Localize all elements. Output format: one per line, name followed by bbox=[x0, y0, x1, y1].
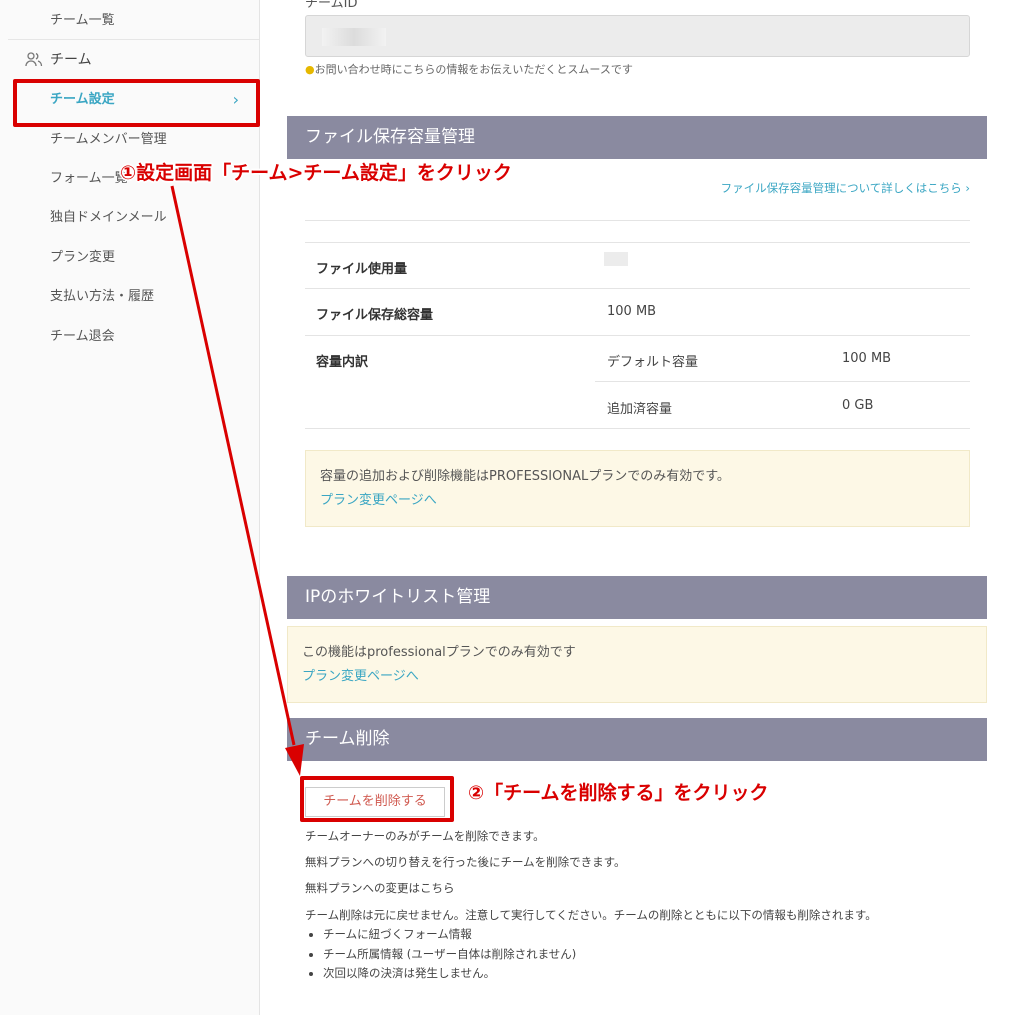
breakdown-label: 容量内訳 bbox=[316, 355, 369, 370]
annotation-step1: ①設定画面「チーム>チーム設定」をクリック bbox=[120, 162, 512, 184]
annotation-highlight-team-settings bbox=[13, 79, 260, 127]
annotation-step2: ②「チームを削除する」をクリック bbox=[468, 782, 769, 804]
main-content: チームID ●お問い合わせ時にこちらの情報をお伝えいただくとスムースです ファイ… bbox=[260, 0, 1024, 1015]
divider bbox=[305, 288, 970, 289]
default-capacity-value: 100 MB bbox=[842, 351, 892, 366]
hint-text: お問い合わせ時にこちらの情報をお伝えいただくとスムースです bbox=[314, 63, 633, 76]
divider bbox=[305, 242, 970, 243]
divider bbox=[305, 335, 970, 336]
storage-details-link-text: ファイル保存容量管理について詳しくはこちら bbox=[720, 181, 962, 195]
ip-plan-notice: この機能はprofessionalプランでのみ有効です プラン変更ページへ bbox=[287, 626, 987, 703]
sidebar-group-team: チーム bbox=[8, 41, 259, 79]
default-capacity-label: デフォルト容量 bbox=[607, 355, 699, 370]
list-item: チーム所属情報 (ユーザー自体は削除されません) bbox=[323, 945, 576, 965]
lightbulb-icon: ● bbox=[305, 63, 315, 76]
free-plan-link[interactable]: 無料プランへの変更はこちら bbox=[305, 880, 455, 896]
divider bbox=[595, 381, 970, 382]
divider bbox=[305, 220, 970, 221]
section-header-team-delete: チーム削除 bbox=[287, 718, 987, 761]
free-plan-note: 無料プランへの切り替えを行った後にチームを削除できます。 bbox=[305, 855, 626, 869]
sidebar: チーム一覧 チーム チーム設定 › チームメンバー管理 フォーム一覧 独自ドメイ… bbox=[0, 0, 260, 1015]
total-capacity-value: 100 MB bbox=[607, 304, 657, 319]
total-capacity-label: ファイル保存総容量 bbox=[316, 308, 434, 323]
owner-note: チームオーナーのみがチームを削除できます。 bbox=[305, 829, 545, 843]
storage-plan-notice: 容量の追加および削除機能はPROFESSIONALプランでのみ有効です。 プラン… bbox=[305, 450, 970, 527]
plan-change-link[interactable]: プラン変更ページへ bbox=[302, 665, 972, 689]
delete-warning: チーム削除は元に戻せません。注意して実行してください。チームの削除とともに以下の… bbox=[305, 908, 877, 922]
added-capacity-label: 追加済容量 bbox=[607, 402, 673, 417]
deleted-info-list: チームに紐づくフォーム情報 チーム所属情報 (ユーザー自体は削除されません) 次… bbox=[307, 925, 576, 984]
sidebar-item-team-list[interactable]: チーム一覧 bbox=[8, 2, 259, 40]
annotation-highlight-delete-button bbox=[300, 776, 454, 822]
divider bbox=[305, 428, 970, 429]
team-id-field[interactable] bbox=[305, 15, 970, 57]
section-header-storage: ファイル保存容量管理 bbox=[287, 116, 987, 159]
sidebar-item-custom-domain-mail[interactable]: 独自ドメインメール bbox=[8, 199, 259, 237]
sidebar-item-plan-change[interactable]: プラン変更 bbox=[8, 239, 259, 277]
people-icon bbox=[25, 52, 43, 67]
notice-text: 容量の追加および削除機能はPROFESSIONALプランでのみ有効です。 bbox=[320, 469, 730, 484]
team-id-value-redacted bbox=[322, 28, 386, 46]
sidebar-group-label: チーム bbox=[50, 52, 92, 68]
plan-change-link[interactable]: プラン変更ページへ bbox=[320, 489, 955, 513]
list-item: チームに紐づくフォーム情報 bbox=[323, 925, 576, 945]
sidebar-item-payment[interactable]: 支払い方法・履歴 bbox=[8, 278, 259, 316]
chevron-right-icon: › bbox=[961, 181, 970, 195]
usage-label: ファイル使用量 bbox=[316, 262, 408, 277]
team-id-hint: ●お問い合わせ時にこちらの情報をお伝えいただくとスムースです bbox=[305, 61, 633, 77]
sidebar-item-leave-team[interactable]: チーム退会 bbox=[8, 318, 259, 356]
list-item: 次回以降の決済は発生しません。 bbox=[323, 964, 576, 984]
added-capacity-value: 0 GB bbox=[842, 398, 874, 413]
team-id-label: チームID bbox=[305, 0, 358, 11]
section-header-ip-whitelist: IPのホワイトリスト管理 bbox=[287, 576, 987, 619]
usage-value-redacted bbox=[604, 252, 628, 266]
storage-details-link[interactable]: ファイル保存容量管理について詳しくはこちら › bbox=[721, 180, 970, 196]
notice-text: この機能はprofessionalプランでのみ有効です bbox=[302, 645, 576, 660]
